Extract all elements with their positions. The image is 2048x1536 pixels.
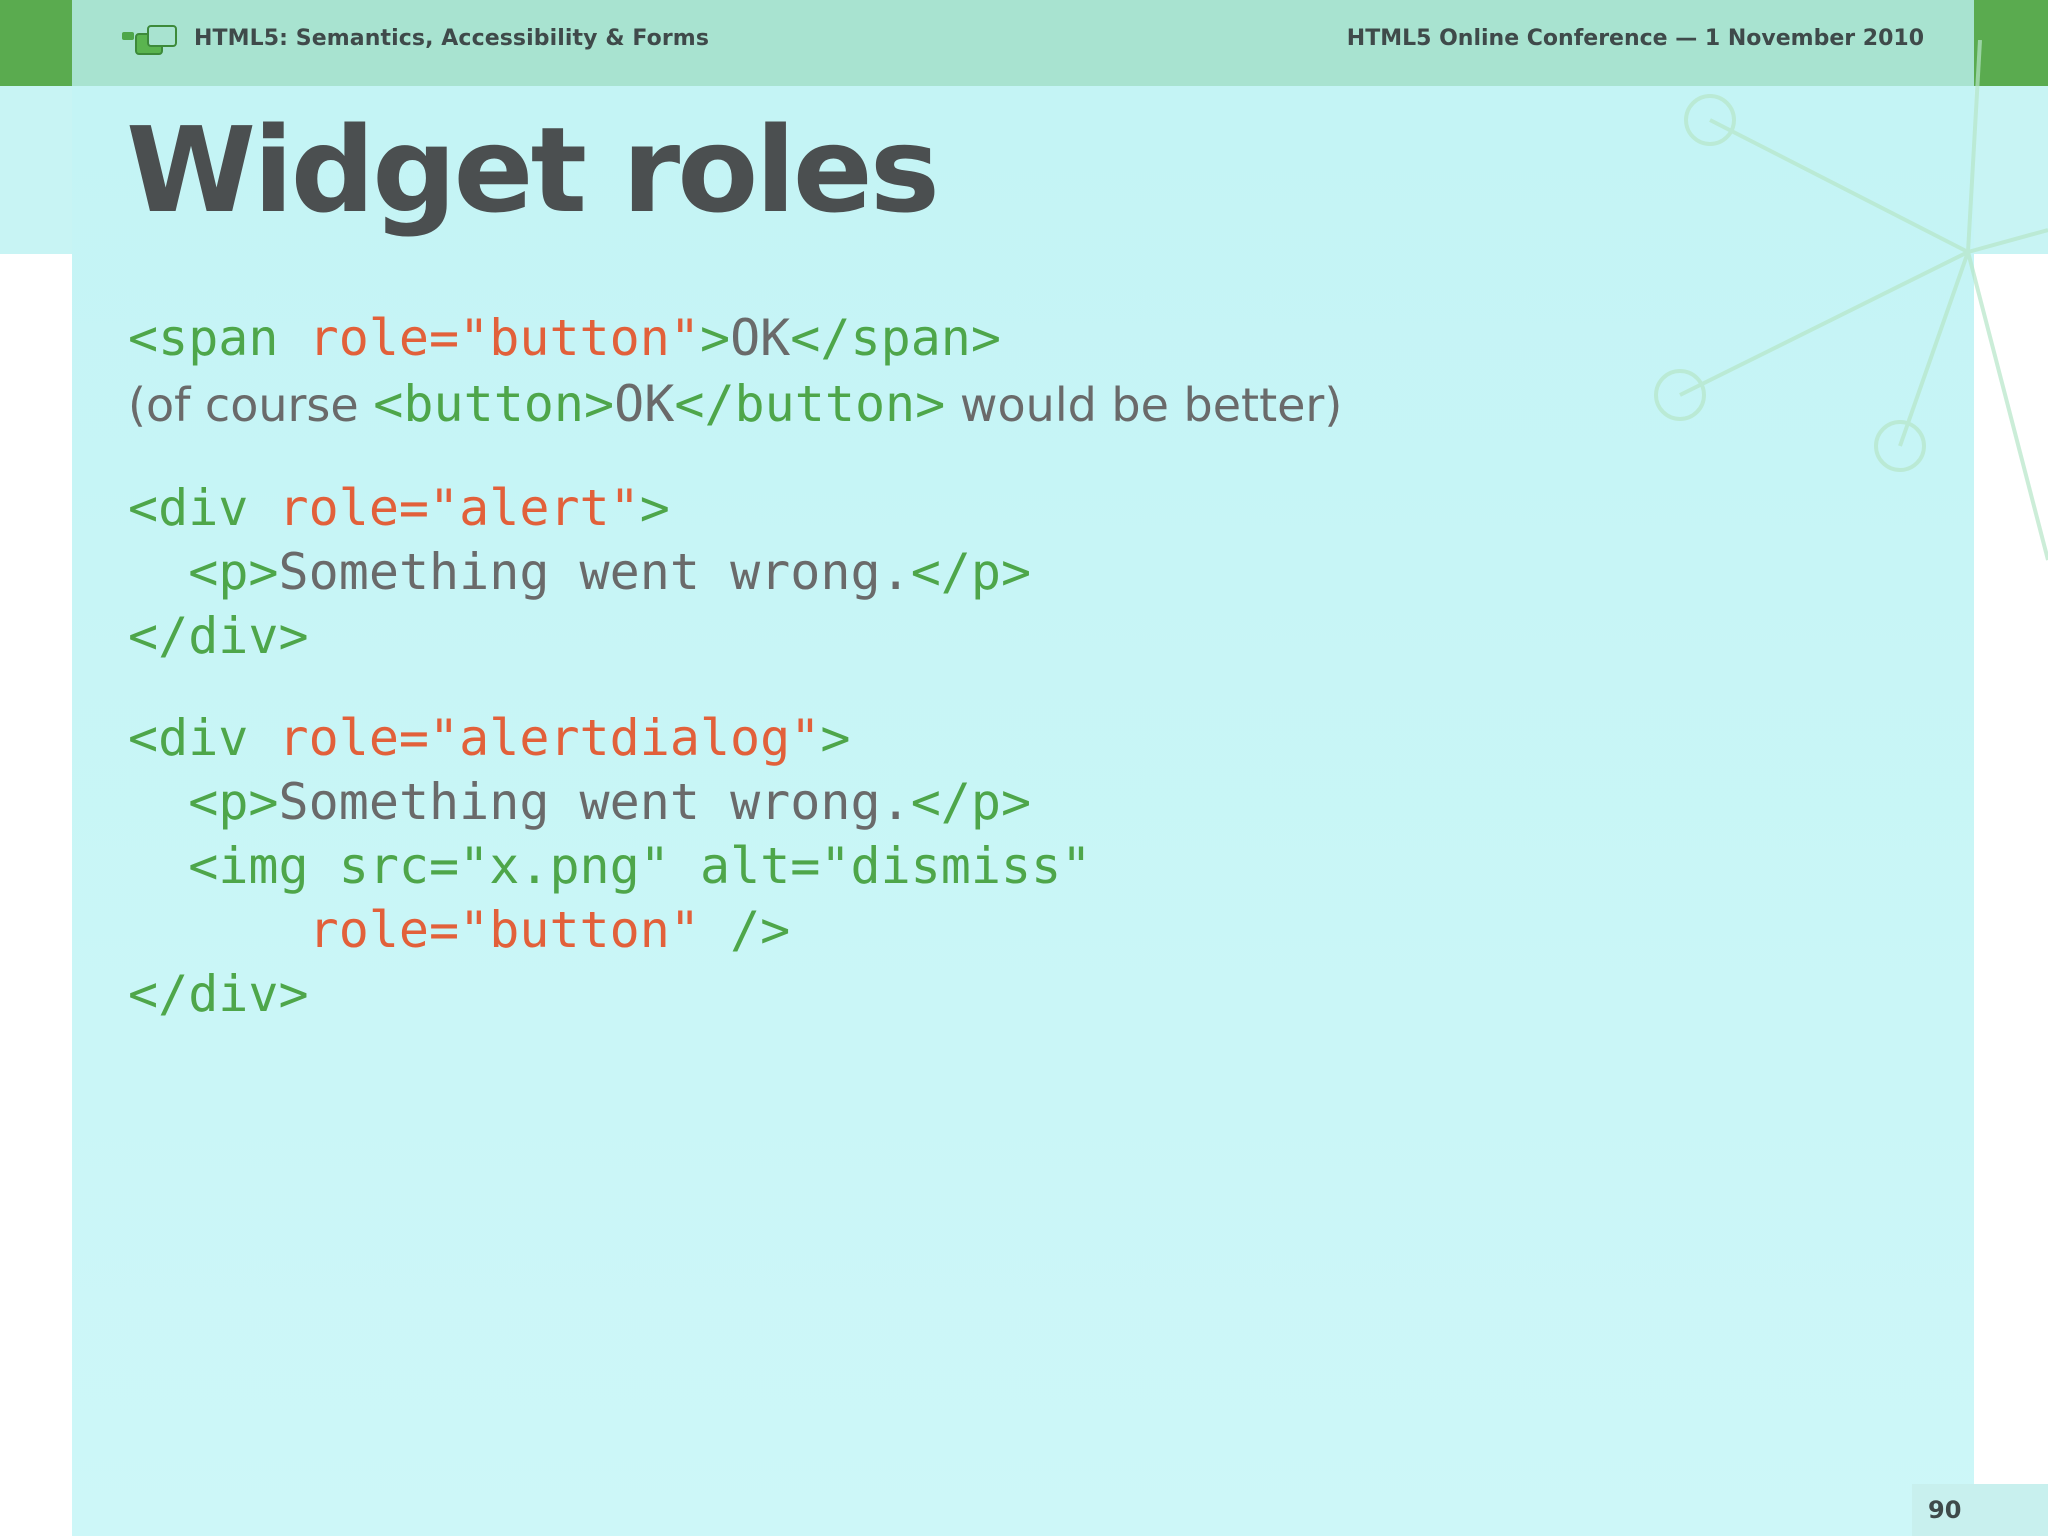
code-line-img: <img src="x.png" alt="dismiss" bbox=[128, 834, 1091, 898]
code-tag: </div> bbox=[128, 965, 309, 1023]
note-text: (of course bbox=[128, 378, 374, 432]
code-text: OK bbox=[614, 375, 675, 433]
code-tag: <span bbox=[128, 309, 309, 367]
code-tag: > bbox=[820, 709, 851, 767]
code-attribute: role="alertdialog" bbox=[278, 709, 821, 767]
code-line-span: <span role="button">OK</span> bbox=[128, 306, 1001, 370]
code-text: Something went wrong. bbox=[278, 543, 911, 601]
code-line-alertdialog-paragraph: <p>Something went wrong.</p> bbox=[128, 770, 1031, 834]
code-tag: <button> bbox=[373, 375, 615, 433]
code-text: OK bbox=[730, 309, 791, 367]
code-tag: </span> bbox=[790, 309, 1002, 367]
code-tag: > bbox=[639, 479, 670, 537]
speech-bubbles-icon bbox=[122, 25, 177, 55]
code-attribute: role="alert" bbox=[278, 479, 640, 537]
code-line-alert-open: <div role="alert"> bbox=[128, 476, 670, 540]
code-tag: </p> bbox=[910, 773, 1032, 831]
code-tag: <p> bbox=[188, 773, 279, 831]
code-line-img-role: role="button" /> bbox=[128, 898, 791, 962]
code-tag: <div bbox=[128, 479, 279, 537]
left-accent-strip bbox=[0, 0, 72, 86]
code-tag: </div> bbox=[128, 607, 309, 665]
slide-title: Widget roles bbox=[126, 101, 940, 239]
code-text: Something went wrong. bbox=[278, 773, 911, 831]
code-tag: > bbox=[699, 309, 731, 367]
code-tag: </p> bbox=[910, 543, 1032, 601]
presentation-title: HTML5: Semantics, Accessibility & Forms bbox=[194, 26, 710, 51]
note-text: would be better) bbox=[945, 378, 1343, 432]
code-tag: <p> bbox=[188, 543, 279, 601]
code-line-alert-paragraph: <p>Something went wrong.</p> bbox=[128, 540, 1031, 604]
code-attribute: role="button" bbox=[308, 901, 700, 959]
decorative-network-graphic bbox=[1654, 40, 2048, 561]
code-line-alertdialog-open: <div role="alertdialog"> bbox=[128, 706, 850, 770]
code-tag: </button> bbox=[674, 375, 946, 433]
page-number: 90 bbox=[1928, 1496, 1962, 1524]
code-attribute: role="button" bbox=[308, 309, 700, 367]
code-tag: /> bbox=[699, 901, 791, 959]
slide-header: HTML5: Semantics, Accessibility & Forms … bbox=[72, 0, 1974, 86]
code-tag: <div bbox=[128, 709, 279, 767]
code-tag: <img src="x.png" alt="dismiss" bbox=[188, 837, 1092, 895]
code-line-alert-close: </div> bbox=[128, 604, 309, 668]
code-line-alertdialog-close: </div> bbox=[128, 962, 309, 1026]
note-line: (of course <button>OK</button> would be … bbox=[128, 372, 1342, 437]
conference-info: HTML5 Online Conference — 1 November 201… bbox=[1346, 26, 1924, 51]
